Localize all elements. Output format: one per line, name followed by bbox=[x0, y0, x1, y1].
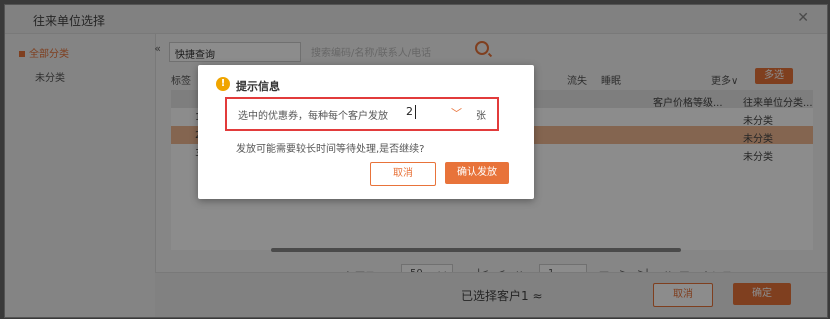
prompt-dialog: ! 提示信息 选中的优惠券，每种每个客户发放 2 ﹀ 张 发放可能需要较长时间等… bbox=[198, 65, 534, 199]
unit-label: 张 bbox=[476, 111, 486, 122]
warning-icon: ! bbox=[216, 77, 230, 91]
issue-quantity-label: 选中的优惠券，每种每个客户发放 bbox=[238, 111, 388, 122]
dialog-confirm-button[interactable]: 确认发放 bbox=[445, 162, 509, 184]
dialog-cancel-button[interactable]: 取消 bbox=[370, 162, 436, 186]
issue-quantity-input[interactable]: 2 bbox=[406, 105, 413, 118]
text-caret bbox=[415, 105, 416, 119]
chevron-down-icon[interactable]: ﹀ bbox=[451, 105, 462, 121]
dialog-message: 发放可能需要较长时间等待处理,是否继续? bbox=[236, 144, 425, 155]
issue-quantity-field: 选中的优惠券，每种每个客户发放 2 ﹀ 张 bbox=[225, 97, 499, 131]
dialog-title: 提示信息 bbox=[236, 80, 280, 93]
